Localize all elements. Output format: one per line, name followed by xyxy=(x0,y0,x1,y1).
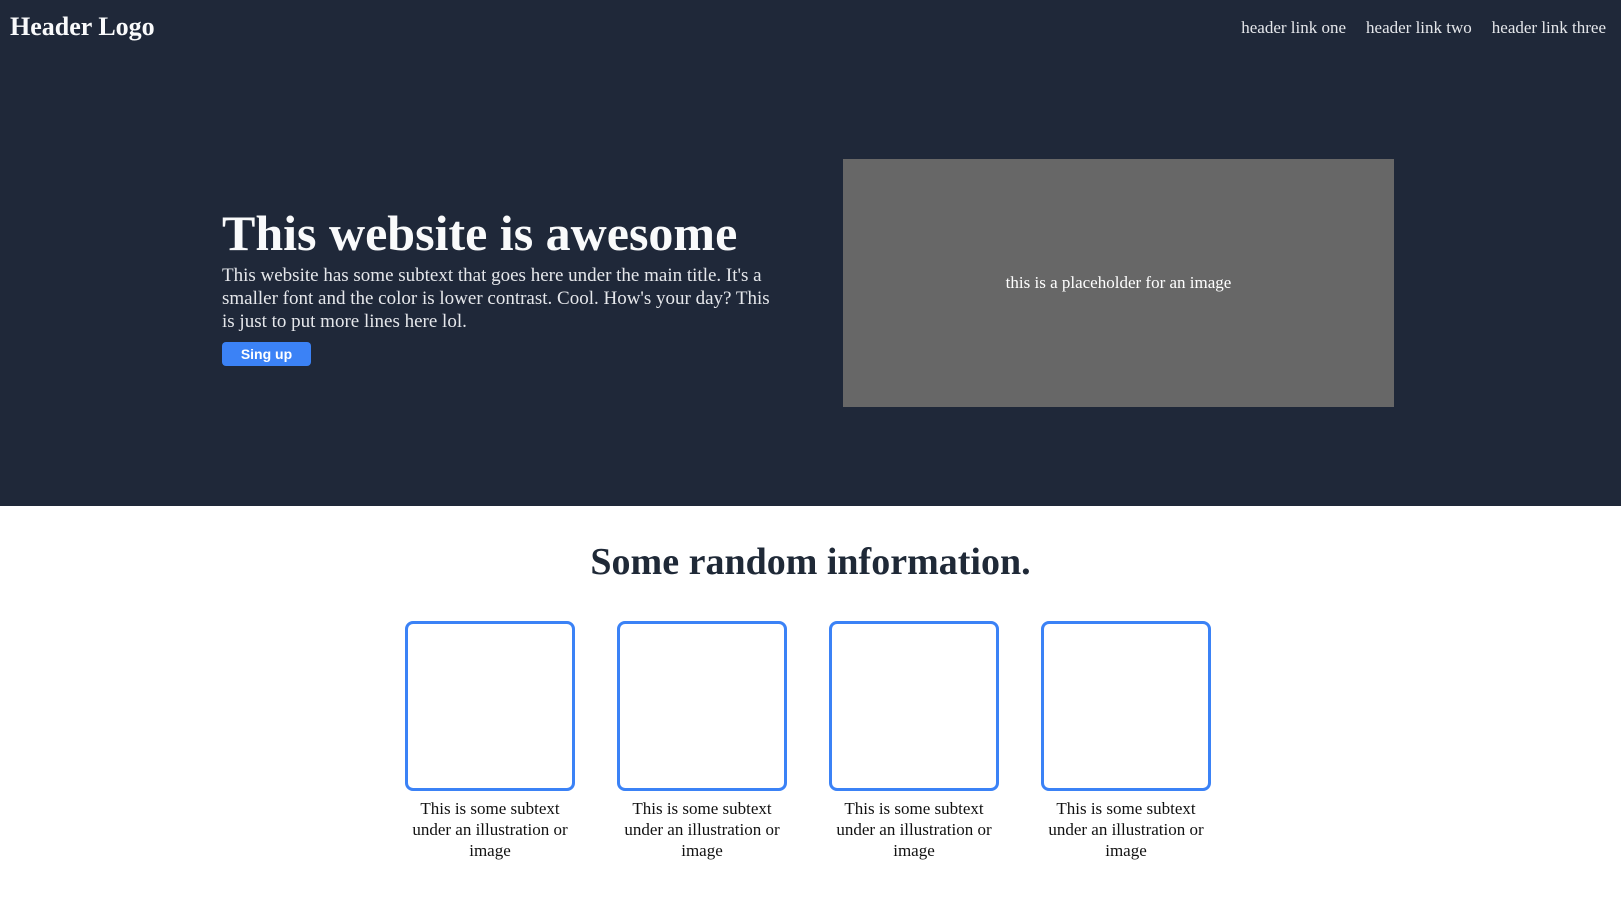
illustration-box xyxy=(405,621,575,791)
header-nav: header link one header link two header l… xyxy=(1241,17,1606,39)
image-placeholder-label: this is a placeholder for an image xyxy=(1005,273,1232,292)
info-card: This is some subtext under an illustrati… xyxy=(1041,621,1211,861)
signup-button[interactable]: Sing up xyxy=(222,342,311,366)
card-subtext: This is some subtext under an illustrati… xyxy=(1048,799,1204,860)
hero-title: This website is awesome xyxy=(222,205,738,261)
info-section: Some random information. This is some su… xyxy=(0,506,1621,917)
info-card: This is some subtext under an illustrati… xyxy=(617,621,787,861)
illustration-box xyxy=(829,621,999,791)
card-subtext: This is some subtext under an illustrati… xyxy=(836,799,992,860)
hero-text-block: This website is awesome This website has… xyxy=(222,202,782,366)
card-list: This is some subtext under an illustrati… xyxy=(405,621,1211,861)
hero-section: Header Logo header link one header link … xyxy=(0,0,1621,506)
header-link-one[interactable]: header link one xyxy=(1241,17,1346,39)
info-card: This is some subtext under an illustrati… xyxy=(829,621,999,861)
hero-image-placeholder: this is a placeholder for an image xyxy=(843,159,1394,407)
card-subtext: This is some subtext under an illustrati… xyxy=(412,799,568,860)
info-title: Some random information. xyxy=(590,541,1031,583)
card-subtext: This is some subtext under an illustrati… xyxy=(624,799,780,860)
illustration-box xyxy=(617,621,787,791)
illustration-box xyxy=(1041,621,1211,791)
hero-subtext: This website has some subtext that goes … xyxy=(222,265,770,332)
header-link-three[interactable]: header link three xyxy=(1492,17,1606,39)
info-card: This is some subtext under an illustrati… xyxy=(405,621,575,861)
header-logo[interactable]: Header Logo xyxy=(10,10,155,44)
header-link-two[interactable]: header link two xyxy=(1366,17,1472,39)
